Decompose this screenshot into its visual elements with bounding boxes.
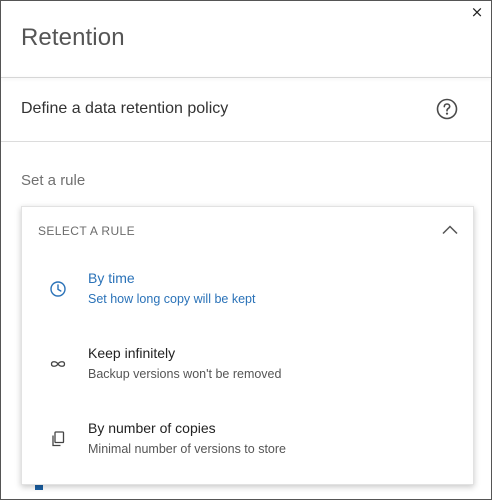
option-description: Backup versions won't be removed bbox=[88, 367, 282, 381]
help-circle-icon[interactable] bbox=[436, 98, 458, 120]
option-description: Minimal number of versions to store bbox=[88, 442, 286, 456]
clock-icon bbox=[50, 281, 66, 297]
section-title: Define a data retention policy bbox=[21, 100, 229, 117]
retention-dialog: × Retention Define a data retention poli… bbox=[0, 0, 492, 500]
rule-dropdown[interactable]: SELECT A RULE By time Set how long copy … bbox=[21, 206, 474, 485]
dropdown-placeholder: SELECT A RULE bbox=[38, 224, 136, 238]
option-keep-infinitely[interactable]: Keep infinitely Backup versions won't be… bbox=[22, 330, 473, 400]
infinity-icon bbox=[50, 361, 66, 367]
rule-field-label: Set a rule bbox=[21, 172, 86, 189]
option-by-time[interactable]: By time Set how long copy will be kept bbox=[22, 255, 473, 325]
rule-dropdown-header[interactable]: SELECT A RULE bbox=[22, 207, 473, 255]
chevron-up-icon[interactable] bbox=[441, 221, 459, 239]
copies-icon bbox=[52, 431, 65, 447]
option-description: Set how long copy will be kept bbox=[88, 292, 256, 306]
option-by-number-of-copies[interactable]: By number of copies Minimal number of ve… bbox=[22, 405, 473, 475]
dialog-title: Retention bbox=[21, 24, 125, 51]
close-icon[interactable]: × bbox=[470, 4, 484, 20]
option-title: Keep infinitely bbox=[88, 345, 176, 361]
policy-section-header: Define a data retention policy bbox=[1, 78, 491, 142]
option-title: By number of copies bbox=[88, 420, 216, 436]
option-title: By time bbox=[88, 270, 135, 286]
